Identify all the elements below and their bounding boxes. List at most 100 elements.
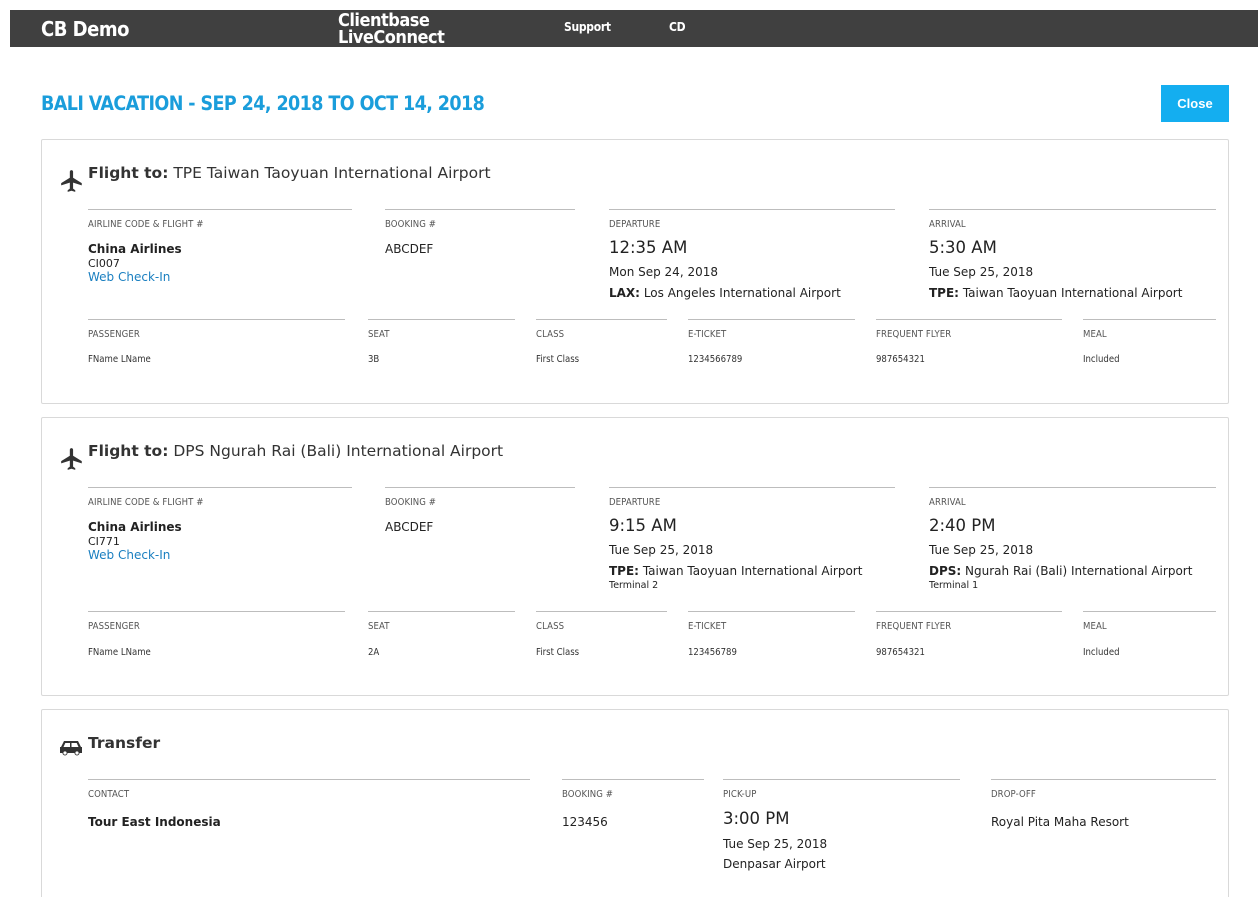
web-checkin-link[interactable]: Web Check-In [88,270,170,284]
car-icon [60,741,82,756]
divider [385,209,575,210]
divider [1083,319,1216,320]
passenger-name: FName LName [88,354,151,365]
frequent-flyer-label: FREQUENT FLYER [876,329,952,340]
departure-airport: LAX: Los Angeles International Airport [609,286,841,300]
divider [88,319,345,320]
arrival-label: ARRIVAL [929,497,966,508]
departure-airport-name: Los Angeles International Airport [643,286,841,300]
flight-card-2: Flight to: DPS Ngurah Rai (Bali) Interna… [41,417,1229,696]
nav-user-menu[interactable]: CD [669,20,686,34]
divider [88,209,352,210]
seat-label: SEAT [368,329,390,340]
divider [688,611,855,612]
departure-airport: TPE: Taiwan Taoyuan International Airpor… [609,564,862,578]
class-label: CLASS [536,621,565,632]
nav-support-link[interactable]: Support [564,20,611,34]
passenger-seat: 2A [368,647,380,658]
divider [562,779,704,780]
passenger-class: First Class [536,647,580,658]
passenger-label: PASSENGER [88,621,140,632]
pickup-date: Tue Sep 25, 2018 [723,837,828,851]
divider [723,779,960,780]
booking-label: BOOKING # [385,497,437,508]
passenger-frequent-flyer: 987654321 [876,647,925,658]
arrival-airport: TPE: Taiwan Taoyuan International Airpor… [929,286,1182,300]
arrival-date: Tue Sep 25, 2018 [929,265,1034,279]
passenger-meal: Included [1083,647,1120,658]
divider [991,779,1216,780]
airplane-icon [61,448,82,470]
departure-label: DEPARTURE [609,219,661,230]
transfer-card: Transfer CONTACT BOOKING # PICK-UP DROP-… [41,709,1229,897]
booking-label: BOOKING # [385,219,437,230]
dropoff-label: DROP-OFF [991,789,1036,800]
divider [536,611,667,612]
close-button[interactable]: Close [1161,85,1229,122]
transfer-title: Transfer [88,734,161,752]
arrival-airport: DPS: Ngurah Rai (Bali) International Air… [929,564,1192,578]
flight-number: CI771 [88,535,120,548]
flight-destination: TPE Taiwan Taoyuan International Airport [173,164,491,182]
booking-number: 123456 [562,815,608,829]
departure-airport-code: TPE: [609,564,639,578]
web-checkin-link[interactable]: Web Check-In [88,548,170,562]
arrival-time: 2:40 PM [929,516,996,535]
arrival-label: ARRIVAL [929,219,966,230]
divider [536,319,667,320]
meal-label: MEAL [1083,329,1107,340]
departure-time: 9:15 AM [609,516,677,535]
page-title: BALI VACATION - SEP 24, 2018 TO OCT 14, … [41,92,485,115]
frequent-flyer-label: FREQUENT FLYER [876,621,952,632]
flight-number: CI007 [88,257,120,270]
product-logo: Clientbase LiveConnect [338,12,445,47]
pickup-label: PICK-UP [723,789,757,800]
divider [609,209,895,210]
pickup-time: 3:00 PM [723,809,790,828]
class-label: CLASS [536,329,565,340]
divider [609,487,895,488]
contact-name: Tour East Indonesia [88,815,221,829]
dropoff-location: Royal Pita Maha Resort [991,815,1129,829]
departure-label: DEPARTURE [609,497,661,508]
airline-label: AIRLINE CODE & FLIGHT # [88,219,204,230]
divider [876,319,1062,320]
divider [368,611,515,612]
passenger-name: FName LName [88,647,151,658]
arrival-airport-name: Taiwan Taoyuan International Airport [962,286,1183,300]
divider [385,487,575,488]
arrival-airport-code: DPS: [929,564,962,578]
departure-date: Mon Sep 24, 2018 [609,265,718,279]
meal-label: MEAL [1083,621,1107,632]
airline-label: AIRLINE CODE & FLIGHT # [88,497,204,508]
contact-label: CONTACT [88,789,130,800]
airplane-icon [61,170,82,192]
seat-label: SEAT [368,621,390,632]
passenger-label: PASSENGER [88,329,140,340]
arrival-airport-name: Ngurah Rai (Bali) International Airport [965,564,1193,578]
product-logo-line2: LiveConnect [338,27,445,47]
brand-name[interactable]: CB Demo [41,17,129,41]
airline-name: China Airlines [88,242,182,256]
passenger-frequent-flyer: 987654321 [876,354,925,365]
divider [929,209,1216,210]
divider [688,319,855,320]
pickup-location: Denpasar Airport [723,857,826,871]
passenger-eticket: 123456789 [688,647,737,658]
arrival-terminal: Terminal 1 [929,580,979,591]
airline-name: China Airlines [88,520,182,534]
booking-number: ABCDEF [385,242,434,256]
passenger-class: First Class [536,354,580,365]
divider [88,611,345,612]
departure-airport-code: LAX: [609,286,640,300]
departure-airport-name: Taiwan Taoyuan International Airport [642,564,863,578]
departure-date: Tue Sep 25, 2018 [609,543,714,557]
flight-destination: DPS Ngurah Rai (Bali) International Airp… [173,442,504,460]
divider [368,319,515,320]
divider [876,611,1062,612]
eticket-label: E-TICKET [688,621,727,632]
arrival-time: 5:30 AM [929,238,997,257]
divider [929,487,1216,488]
arrival-airport-code: TPE: [929,286,959,300]
divider [88,487,352,488]
